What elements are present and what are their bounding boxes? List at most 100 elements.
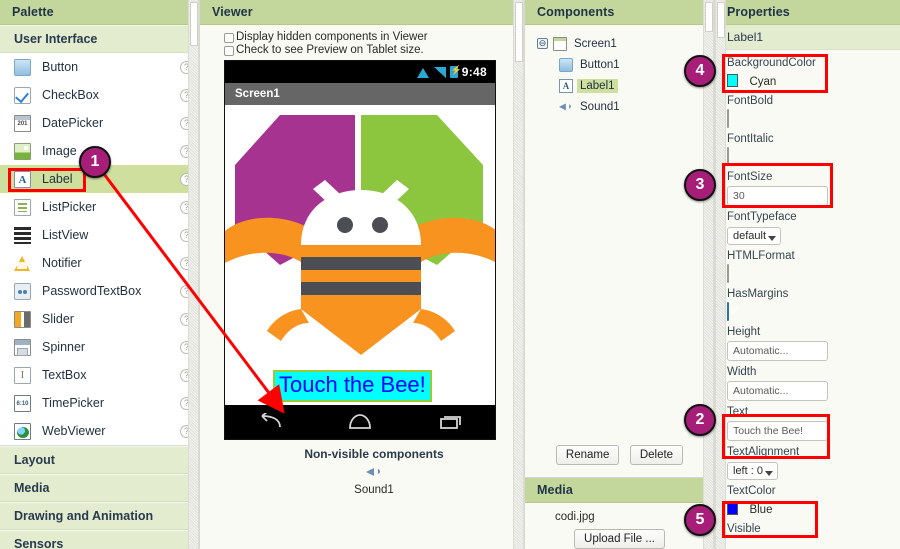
palette-item-label: TextBox xyxy=(42,368,87,382)
palette-item-passwordtextbox[interactable]: PasswordTextBox ? xyxy=(0,277,199,305)
display-hidden-components-checkbox[interactable] xyxy=(224,33,234,43)
palette-item-label: Button xyxy=(42,60,79,74)
display-hidden-components-row[interactable]: Display hidden components in Viewer xyxy=(224,31,524,43)
components-title: Components xyxy=(525,0,714,25)
phone-preview: 9:48 Screen1 xyxy=(224,60,496,440)
property-label: Width xyxy=(727,366,757,378)
viewer-scrollbar[interactable] xyxy=(513,0,524,549)
palette-item-textbox[interactable]: I TextBox ? xyxy=(0,361,199,389)
speaker-icon xyxy=(559,100,573,114)
recent-apps-icon[interactable] xyxy=(437,413,463,431)
palette-section-media[interactable]: Media xyxy=(0,474,199,502)
tree-node-sound1[interactable]: Sound1 xyxy=(535,96,714,117)
property-label: TextColor xyxy=(727,485,776,497)
palette-section-layout[interactable]: Layout xyxy=(0,446,199,474)
property-text: Text Touch the Bee! xyxy=(715,403,900,443)
fontsize-input[interactable]: 30 xyxy=(727,186,828,206)
height-input[interactable]: Automatic... xyxy=(727,341,828,361)
tree-node-label: Button1 xyxy=(580,58,620,71)
screen-icon xyxy=(553,36,567,51)
property-textcolor: TextColor Blue xyxy=(715,482,900,520)
back-icon[interactable] xyxy=(257,413,283,431)
property-visible: Visible xyxy=(715,520,900,539)
palette-item-webviewer[interactable]: WebViewer ? xyxy=(0,417,199,445)
fontbold-checkbox[interactable] xyxy=(727,109,729,128)
textalignment-select[interactable]: left : 0 xyxy=(727,462,778,480)
property-label: FontBold xyxy=(727,95,774,107)
tree-node-screen1[interactable]: ⊖ Screen1 xyxy=(535,33,714,54)
rename-button[interactable]: Rename xyxy=(555,445,620,465)
properties-scrollbar[interactable] xyxy=(715,0,726,549)
properties-component-name: Label1 xyxy=(715,25,900,50)
property-label: Text xyxy=(727,406,749,418)
property-value[interactable]: Cyan xyxy=(727,72,890,90)
tablet-preview-label: Check to see Preview on Tablet size. xyxy=(236,44,424,56)
label1-preview[interactable]: Touch the Bee! xyxy=(273,370,432,402)
palette-item-label: Spinner xyxy=(42,340,86,354)
component-actions: Rename Delete xyxy=(525,435,714,477)
bee-image[interactable] xyxy=(225,105,495,360)
color-swatch-icon xyxy=(727,74,738,87)
palette-item-timepicker[interactable]: 6:10 TimePicker ? xyxy=(0,389,199,417)
app-inventor-designer: Palette User Interface Button ? CheckBox… xyxy=(0,0,900,549)
text-input[interactable]: Touch the Bee! xyxy=(727,421,828,441)
hasmargins-checkbox[interactable] xyxy=(727,302,729,321)
palette-section-sensors[interactable]: Sensors xyxy=(0,530,199,549)
property-label: BackgroundColor xyxy=(727,57,816,69)
screen-title-bar: Screen1 xyxy=(225,83,495,105)
palette-item-image[interactable]: Image ? xyxy=(0,137,199,165)
collapse-toggle-icon[interactable]: ⊖ xyxy=(537,38,548,49)
property-width: Width Automatic... xyxy=(715,363,900,403)
palette-item-label: ListView xyxy=(42,228,89,242)
color-name: Blue xyxy=(749,504,773,516)
palette-item-notifier[interactable]: Notifier ? xyxy=(0,249,199,277)
palette-section-user-interface[interactable]: User Interface xyxy=(0,25,199,53)
width-input[interactable]: Automatic... xyxy=(727,381,828,401)
image-icon xyxy=(14,142,31,160)
property-label: Visible xyxy=(727,523,761,535)
property-label: FontTypeface xyxy=(727,211,797,223)
home-icon[interactable] xyxy=(347,413,373,431)
viewer-body: Display hidden components in Viewer Chec… xyxy=(200,25,524,496)
label-icon: A xyxy=(14,170,31,188)
palette-scrollbar[interactable] xyxy=(188,0,199,549)
media-file-item[interactable]: codi.jpg xyxy=(525,511,714,523)
palette-item-slider[interactable]: Slider ? xyxy=(0,305,199,333)
palette-item-listpicker[interactable]: ListPicker ? xyxy=(0,193,199,221)
screen-canvas[interactable]: Touch the Bee! xyxy=(225,105,495,405)
palette-item-datepicker[interactable]: 201 DatePicker ? xyxy=(0,109,199,137)
palette-item-checkbox[interactable]: CheckBox ? xyxy=(0,81,199,109)
delete-button[interactable]: Delete xyxy=(629,445,684,465)
property-label: HTMLFormat xyxy=(727,250,795,262)
tree-node-button1[interactable]: Button1 xyxy=(535,54,714,75)
timepicker-icon: 6:10 xyxy=(14,394,31,412)
palette-item-label-text: Label xyxy=(42,172,73,186)
tree-node-label1[interactable]: A Label1 xyxy=(535,75,714,96)
tablet-preview-checkbox[interactable] xyxy=(224,46,234,56)
non-visible-component-sound1[interactable]: Sound1 xyxy=(224,465,524,496)
palette-item-button[interactable]: Button ? xyxy=(0,53,199,81)
components-scrollbar[interactable] xyxy=(703,0,714,549)
color-name: Cyan xyxy=(749,76,777,88)
palette-item-listview[interactable]: ListView ? xyxy=(0,221,199,249)
listview-icon xyxy=(14,226,31,244)
fonttypeface-select[interactable]: default xyxy=(727,227,782,245)
property-height: Height Automatic... xyxy=(715,323,900,363)
property-fontsize: FontSize 30 xyxy=(715,168,900,208)
tree-node-label: Sound1 xyxy=(580,100,620,113)
properties-list: BackgroundColor Cyan FontBold FontItalic… xyxy=(715,50,900,539)
palette-item-list: Button ? CheckBox ? 201 DatePicker ? Ima… xyxy=(0,53,199,446)
properties-panel: Properties Label1 BackgroundColor Cyan F… xyxy=(715,0,900,549)
palette-section-drawing-and-animation[interactable]: Drawing and Animation xyxy=(0,502,199,530)
palette-item-label[interactable]: A Label ? xyxy=(0,165,199,193)
palette-title: Palette xyxy=(0,0,199,25)
palette-item-spinner[interactable]: Spinner ? xyxy=(0,333,199,361)
property-label: FontSize xyxy=(727,171,773,183)
fontitalic-checkbox[interactable] xyxy=(727,147,729,166)
non-visible-component-label: Sound1 xyxy=(354,484,394,496)
property-backgroundcolor: BackgroundColor Cyan xyxy=(715,54,900,92)
htmlformat-checkbox[interactable] xyxy=(727,264,729,283)
upload-file-button[interactable]: Upload File ... xyxy=(574,529,665,549)
property-value[interactable]: Blue xyxy=(727,500,890,518)
tablet-preview-row[interactable]: Check to see Preview on Tablet size. xyxy=(224,44,524,56)
